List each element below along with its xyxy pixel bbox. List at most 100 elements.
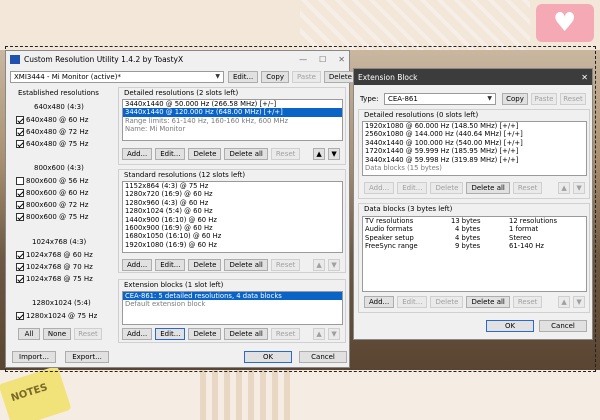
minimize-icon[interactable]: — [299,55,307,64]
extension-add-button[interactable]: Add... [122,328,153,340]
detailed-delete-all-button[interactable]: Delete all [224,148,268,160]
list-item[interactable]: 1920x1080 @ 60.000 Hz (148.50 MHz) [+/+] [363,122,586,130]
checkbox-1024-70[interactable]: 1024x768 @ 70 Hz [16,261,93,273]
checkbox-800-60[interactable]: 800x600 @ 60 Hz [16,187,88,199]
ext-detailed-add-button[interactable]: Add... [364,182,395,194]
checkbox-1024-60[interactable]: 1024x768 @ 60 Hz [16,249,93,261]
list-item[interactable]: Default extension block [123,300,342,308]
datablocks-delete-all-button[interactable]: Delete all [466,296,510,308]
checkbox-1024-75[interactable]: 1024x768 @ 75 Hz [16,273,93,285]
ext-detailed-delete-button[interactable]: Delete [430,182,464,194]
extension-reset-button[interactable]: Reset [270,328,301,340]
table-row[interactable]: Speaker setup 4 bytes Stereo [363,234,586,242]
list-item[interactable]: 1280x960 (4:3) @ 60 Hz [123,199,342,207]
list-item[interactable]: Data blocks (15 bytes) [363,164,586,172]
list-item[interactable]: 2560x1080 @ 144.000 Hz (440.64 MHz) [+/+… [363,130,586,138]
list-item[interactable]: 1720x1440 @ 59.999 Hz (185.95 MHz) [+/+] [363,147,586,155]
monitor-select[interactable]: XMI3444 - Mi Monitor (active)* ▼ [10,71,224,83]
checkbox-box[interactable] [16,213,24,221]
edit-monitor-button[interactable]: Edit... [228,71,259,83]
extension-list[interactable]: CEA-861: 5 detailed resolutions, 4 data … [122,291,343,325]
checkbox-box[interactable] [16,251,24,259]
checkbox-800-72[interactable]: 800x600 @ 72 Hz [16,199,88,211]
ext-detailed-reset-button[interactable]: Reset [512,182,543,194]
close-icon[interactable]: ✕ [581,73,588,82]
list-item[interactable]: 1440x900 (16:10) @ 60 Hz [123,216,342,224]
move-up-icon[interactable]: ▲ [313,259,325,271]
ext-titlebar[interactable]: Extension Block ✕ [354,69,592,85]
datablocks-reset-button[interactable]: Reset [512,296,543,308]
checkbox-800-75[interactable]: 800x600 @ 75 Hz [16,211,88,223]
cru-titlebar[interactable]: Custom Resolution Utility 1.4.2 by Toast… [6,51,349,67]
delete-monitor-button[interactable]: Delete [323,71,357,83]
checkbox-box[interactable] [16,263,24,271]
detailed-edit-button[interactable]: Edit... [155,148,186,160]
list-item-selected[interactable]: CEA-861: 5 detailed resolutions, 4 data … [123,292,342,301]
list-item[interactable]: Range limits: 61-140 Hz, 160-160 kHz, 60… [123,117,342,125]
ext-detailed-list[interactable]: 1920x1080 @ 60.000 Hz (148.50 MHz) [+/+]… [362,121,587,176]
list-item[interactable]: 1152x864 (4:3) @ 75 Hz [123,182,342,190]
checkbox-box[interactable] [16,275,24,283]
standard-add-button[interactable]: Add... [122,259,153,271]
checkbox-box[interactable] [16,189,24,197]
reset-established-button[interactable]: Reset [74,328,102,340]
checkbox-box[interactable] [16,201,24,209]
extension-delete-all-button[interactable]: Delete all [224,328,268,340]
standard-reset-button[interactable]: Reset [270,259,301,271]
standard-edit-button[interactable]: Edit... [155,259,186,271]
extension-edit-button[interactable]: Edit... [155,328,186,340]
export-button[interactable]: Export... [65,351,109,363]
standard-list[interactable]: 1152x864 (4:3) @ 75 Hz 1280x720 (16:9) @… [122,181,343,253]
list-item[interactable]: 1280x720 (16:9) @ 60 Hz [123,190,342,198]
standard-delete-all-button[interactable]: Delete all [224,259,268,271]
ok-button[interactable]: OK [244,351,292,363]
datablocks-list[interactable]: TV resolutions 13 bytes 12 resolutions A… [362,216,587,292]
move-up-icon[interactable]: ▲ [313,328,325,340]
none-button[interactable]: None [43,328,71,340]
list-item[interactable]: 1920x1080 (16:9) @ 60 Hz [123,241,342,249]
copy-button[interactable]: Copy [261,71,289,83]
list-item[interactable]: 1280x1024 (5:4) @ 60 Hz [123,207,342,215]
list-item[interactable]: 1600x900 (16:9) @ 60 Hz [123,224,342,232]
import-button[interactable]: Import... [12,351,56,363]
detailed-delete-button[interactable]: Delete [188,148,222,160]
checkbox-box[interactable] [16,140,24,148]
move-down-icon[interactable]: ▼ [573,182,585,194]
detailed-reset-button[interactable]: Reset [270,148,301,160]
datablocks-edit-button[interactable]: Edit... [397,296,428,308]
checkbox-1280-75[interactable]: 1280x1024 @ 75 Hz [16,310,97,322]
list-item[interactable]: 3440x1440 @ 100.000 Hz (540.00 MHz) [+/+… [363,139,586,147]
detailed-list[interactable]: 3440x1440 @ 50.000 Hz (266.58 MHz) [+/–]… [122,99,343,141]
maximize-icon[interactable]: ☐ [319,55,326,64]
ext-ok-button[interactable]: OK [486,320,534,332]
move-up-icon[interactable]: ▲ [558,296,570,308]
datablocks-add-button[interactable]: Add... [364,296,395,308]
table-row[interactable]: TV resolutions 13 bytes 12 resolutions [363,217,586,225]
table-row[interactable]: FreeSync range 9 bytes 61-140 Hz [363,242,586,250]
checkbox-box[interactable] [16,128,24,136]
checkbox-640-72[interactable]: 640x480 @ 72 Hz [16,126,88,138]
table-row[interactable]: Audio formats 4 bytes 1 format [363,225,586,233]
ext-reset-button[interactable]: Reset [560,93,586,105]
move-down-icon[interactable]: ▼ [573,296,585,308]
move-up-icon[interactable]: ▲ [558,182,570,194]
move-up-icon[interactable]: ▲ [313,148,325,160]
ext-detailed-edit-button[interactable]: Edit... [397,182,428,194]
list-item-selected[interactable]: 3440x1440 @ 120.000 Hz (648.00 MHz) [+/+… [123,108,342,117]
move-down-icon[interactable]: ▼ [328,148,340,160]
type-select[interactable]: CEA-861 ▼ [384,93,496,105]
list-item[interactable]: 3440x1440 @ 50.000 Hz (266.58 MHz) [+/–] [123,100,342,108]
list-item[interactable]: 3440x1440 @ 59.998 Hz (319.89 MHz) [+/+] [363,156,586,164]
checkbox-box[interactable] [16,116,24,124]
cancel-button[interactable]: Cancel [299,351,347,363]
standard-delete-button[interactable]: Delete [188,259,222,271]
paste-button[interactable]: Paste [292,71,321,83]
detailed-add-button[interactable]: Add... [122,148,153,160]
ext-detailed-delete-all-button[interactable]: Delete all [466,182,510,194]
close-icon[interactable]: ✕ [338,55,345,64]
checkbox-box[interactable] [16,312,24,320]
all-button[interactable]: All [18,328,40,340]
checkbox-box[interactable] [16,177,24,185]
checkbox-800-56[interactable]: 800x600 @ 56 Hz [16,175,88,187]
move-down-icon[interactable]: ▼ [328,328,340,340]
